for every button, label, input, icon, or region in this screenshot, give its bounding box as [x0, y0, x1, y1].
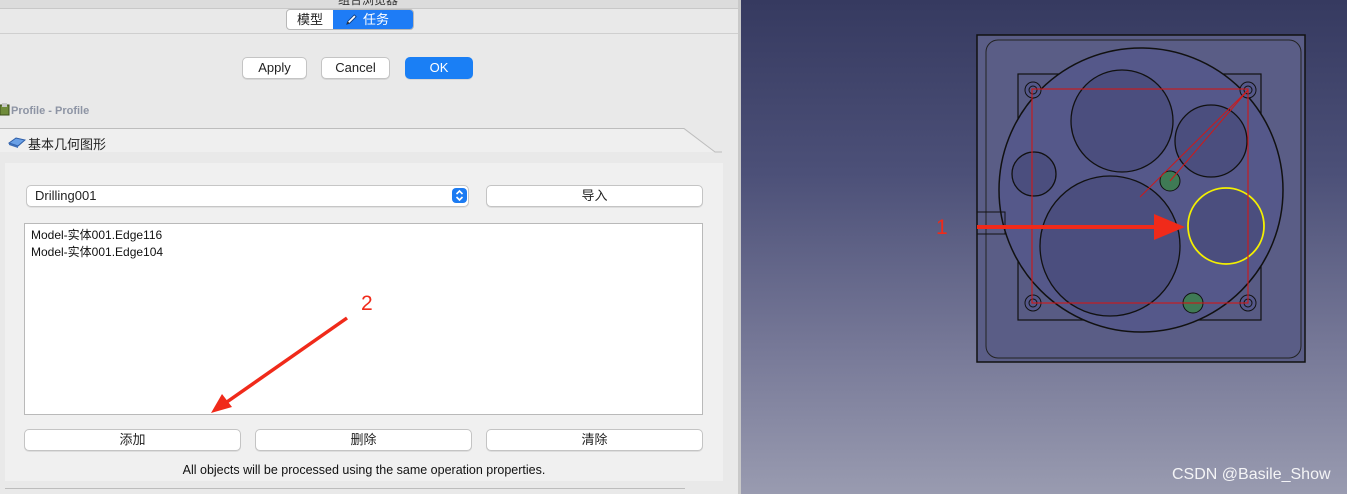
watermark: CSDN @Basile_Show [1172, 466, 1331, 483]
task-panel: 组合浏览器 模型 任务 Apply Cancel OK Profile - Pr… [0, 0, 738, 494]
annotation-overlay: 2 [211, 292, 373, 413]
selected-hole-edge[interactable] [1187, 187, 1265, 265]
arrowhead-icon [211, 394, 232, 413]
annotation-label-2: 2 [361, 292, 373, 315]
3d-viewport[interactable]: 1 [741, 0, 1347, 494]
part-view[interactable]: 1 [741, 0, 1347, 494]
annotation-arrow-2 [222, 316, 349, 406]
annotation-label-1: 1 [936, 216, 948, 239]
